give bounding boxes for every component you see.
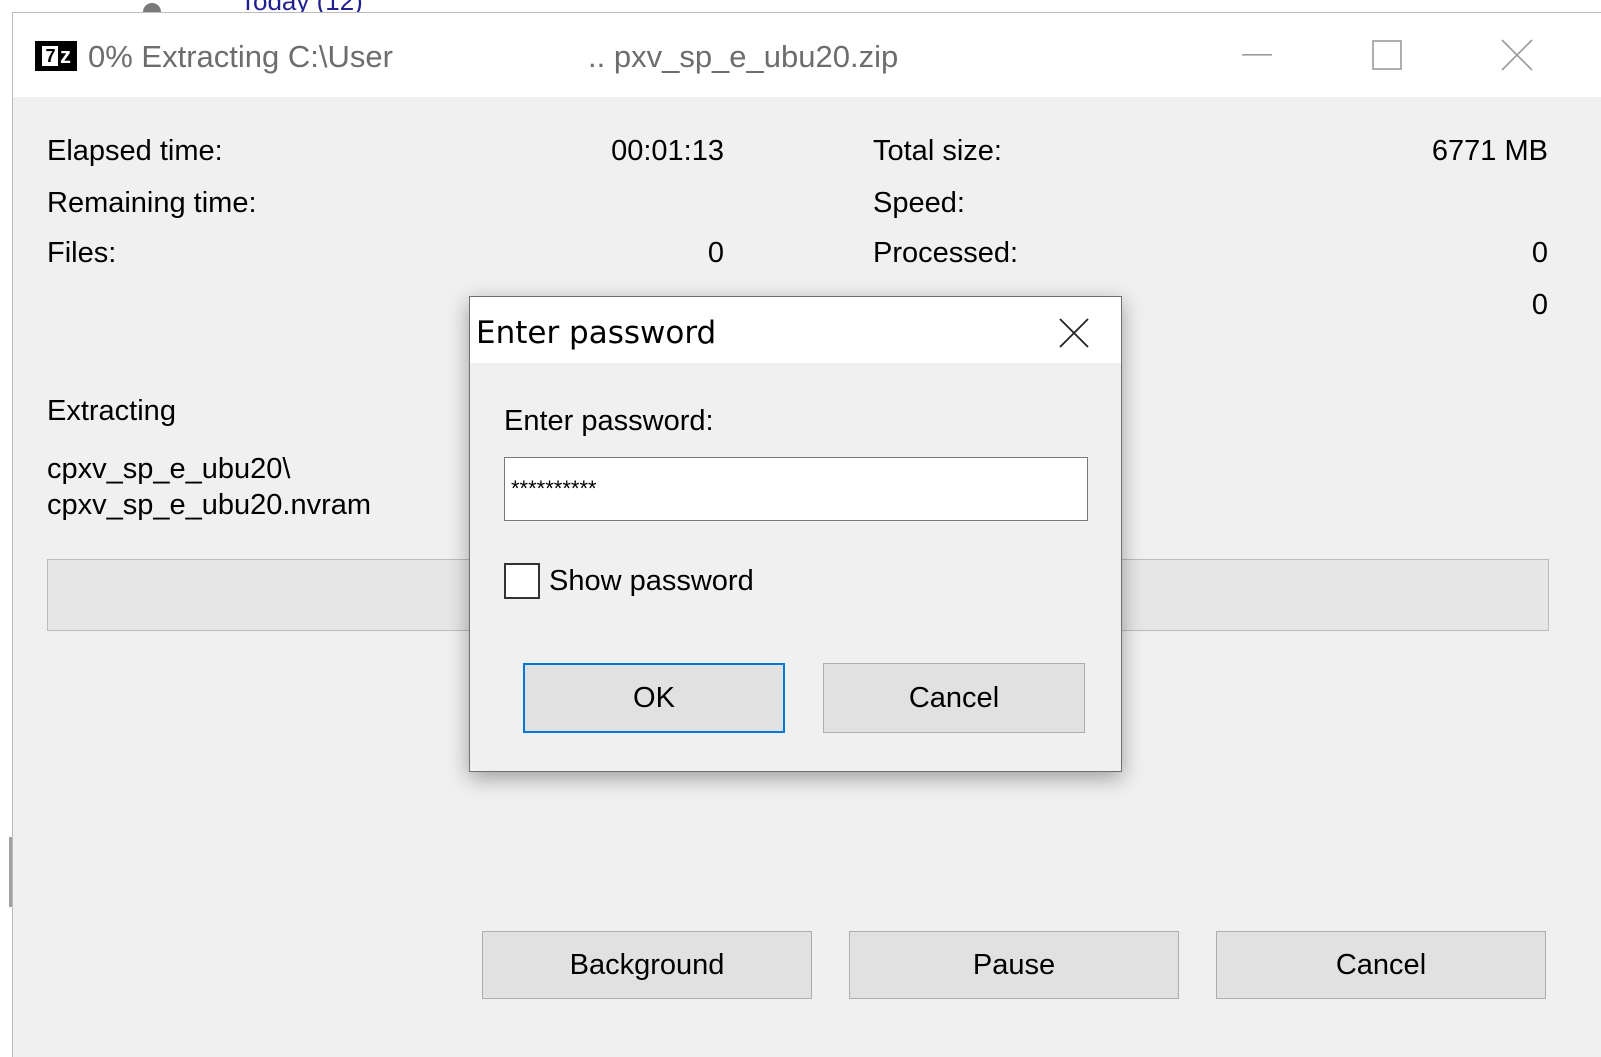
remaining-time-label: Remaining time: <box>47 187 257 219</box>
current-folder-path: cpxv_sp_e_ubu20\ <box>47 453 291 485</box>
pause-button[interactable]: Pause <box>849 931 1179 999</box>
password-dialog-title-bar[interactable]: Enter password <box>470 297 1121 363</box>
password-dialog-title: Enter password <box>476 315 717 351</box>
password-cancel-button[interactable]: Cancel <box>823 663 1085 733</box>
close-button[interactable] <box>1487 35 1547 75</box>
close-icon <box>1059 318 1089 348</box>
window-title-archive: .. pxv_sp_e_ubu20.zip <box>588 39 899 74</box>
password-dialog: Enter password Enter password: Show pass… <box>469 296 1122 772</box>
show-password-label[interactable]: Show password <box>549 565 754 598</box>
processed-label: Processed: <box>873 237 1019 269</box>
current-file-name: cpxv_sp_e_ubu20.nvram <box>47 489 372 521</box>
window-title: 0% Extracting C:\User <box>88 39 393 74</box>
password-input[interactable] <box>504 457 1088 521</box>
ok-button[interactable]: OK <box>523 663 785 733</box>
close-icon <box>1501 39 1533 71</box>
files-label: Files: <box>47 237 117 269</box>
speed-label: Speed: <box>873 187 965 219</box>
minimize-button[interactable] <box>1227 35 1287 75</box>
password-dialog-close-button[interactable] <box>1054 313 1094 353</box>
elapsed-time-label: Elapsed time: <box>47 135 223 167</box>
password-prompt-label: Enter password: <box>504 405 714 437</box>
elapsed-time-value: 00:01:13 <box>611 135 724 167</box>
total-size-value: 6771 MB <box>1431 135 1548 167</box>
status-label: Extracting <box>47 395 176 427</box>
7zip-app-icon: 7z <box>35 41 77 71</box>
maximize-button[interactable] <box>1357 35 1417 75</box>
minimize-icon <box>1242 54 1272 56</box>
cancel-button[interactable]: Cancel <box>1216 931 1546 999</box>
files-value: 0 <box>707 237 724 269</box>
total-size-label: Total size: <box>873 135 1002 167</box>
background-button[interactable]: Background <box>482 931 812 999</box>
background-window-strip: Today (12) <box>0 0 1601 12</box>
background-window-edge <box>0 12 12 1057</box>
background-group-header: Today (12) <box>240 0 363 12</box>
compressed-size-value: 0 <box>1531 289 1548 321</box>
title-bar[interactable]: 7z 0% Extracting C:\User .. pxv_sp_e_ubu… <box>13 13 1601 97</box>
show-password-checkbox[interactable] <box>504 563 540 599</box>
background-folder-icon <box>143 3 161 12</box>
maximize-icon <box>1372 40 1402 70</box>
processed-value: 0 <box>1531 237 1548 269</box>
